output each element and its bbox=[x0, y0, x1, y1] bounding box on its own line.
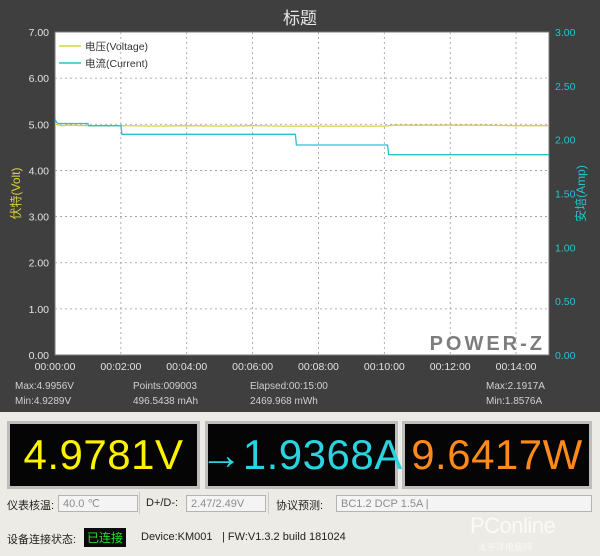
dpdm-field: 2.47/2.49V bbox=[186, 495, 266, 512]
x-tick-label: 00:08:00 bbox=[298, 361, 339, 373]
min-current-stat: Min:1.8576A bbox=[486, 396, 543, 407]
mah-stat: 496.5438 mAh bbox=[133, 396, 199, 407]
left-tick-label: 6.00 bbox=[29, 73, 50, 85]
x-tick-label: 00:06:00 bbox=[232, 361, 273, 373]
right-tick-label: 3.00 bbox=[555, 27, 576, 39]
mwh-stat: 2469.968 mWh bbox=[250, 396, 318, 407]
protocol-field: BC1.2 DCP 1.5A | bbox=[336, 495, 592, 512]
firmware-version: | FW:V1.3.2 build 181024 bbox=[222, 531, 346, 543]
left-tick-label: 7.00 bbox=[29, 27, 50, 39]
legend-label: 电流(Current) bbox=[85, 57, 148, 70]
left-axis-label: 伏特(Volt) bbox=[8, 167, 23, 219]
watermark-logo: PConline bbox=[470, 513, 556, 538]
left-tick-label: 3.00 bbox=[29, 212, 50, 224]
right-tick-label: 0.50 bbox=[555, 296, 576, 308]
chart-panel: 标题 0.00 1.00 2.00 3.00 4.00 5.00 6.00 7.00 0.00 0… bbox=[0, 0, 600, 412]
x-tick-label: 00:04:00 bbox=[166, 361, 207, 373]
temp-field: 40.0 ℃ bbox=[58, 495, 138, 512]
current-readout: →1.9368A bbox=[200, 421, 402, 489]
right-tick-label: 1.00 bbox=[555, 242, 576, 254]
power-z-logo: POWER-Z bbox=[430, 333, 545, 355]
max-voltage-stat: Max:4.9956V bbox=[15, 381, 74, 392]
voltage-readout: 4.9781V bbox=[7, 421, 200, 489]
x-tick-label: 00:02:00 bbox=[100, 361, 141, 373]
watermark-subtitle: 太平洋电脑网 bbox=[478, 542, 533, 552]
protocol-label: 协议预测: bbox=[276, 500, 324, 512]
min-voltage-stat: Min:4.9289V bbox=[15, 396, 72, 407]
right-axis-label: 安培(Amp) bbox=[573, 165, 588, 222]
device-id: Device:KM001 bbox=[141, 531, 213, 543]
elapsed-stat: Elapsed:00:15:00 bbox=[250, 381, 328, 392]
dpdm-label: D+/D-: bbox=[146, 497, 179, 509]
x-tick-label: 00:00:00 bbox=[35, 361, 76, 373]
legend-label: 电压(Voltage) bbox=[85, 40, 148, 53]
plot-area bbox=[54, 31, 550, 356]
right-tick-label: 2.00 bbox=[555, 135, 576, 147]
connection-status-badge: 已连接 bbox=[84, 528, 127, 547]
points-stat: Points:009003 bbox=[133, 381, 197, 392]
right-tick-label: 1.50 bbox=[555, 189, 576, 201]
separator bbox=[139, 492, 140, 514]
power-readout: 9.6417W bbox=[402, 421, 592, 489]
left-tick-label: 2.00 bbox=[29, 258, 50, 270]
separator bbox=[268, 492, 269, 514]
right-tick-label: 2.50 bbox=[555, 81, 576, 93]
connection-status-label: 设备连接状态: bbox=[7, 534, 77, 546]
x-tick-label: 00:14:00 bbox=[496, 361, 537, 373]
right-tick-label: 0.00 bbox=[555, 350, 576, 362]
chart-svg: 0.001.002.003.004.005.006.007.000.000.50… bbox=[8, 27, 588, 373]
left-tick-label: 4.00 bbox=[29, 165, 50, 177]
left-tick-label: 5.00 bbox=[29, 119, 50, 131]
temp-label: 仪表核温: bbox=[7, 500, 55, 512]
left-tick-label: 1.00 bbox=[29, 304, 50, 316]
x-tick-label: 00:12:00 bbox=[430, 361, 471, 373]
x-tick-label: 00:10:00 bbox=[364, 361, 405, 373]
max-current-stat: Max:2.1917A bbox=[486, 381, 545, 392]
